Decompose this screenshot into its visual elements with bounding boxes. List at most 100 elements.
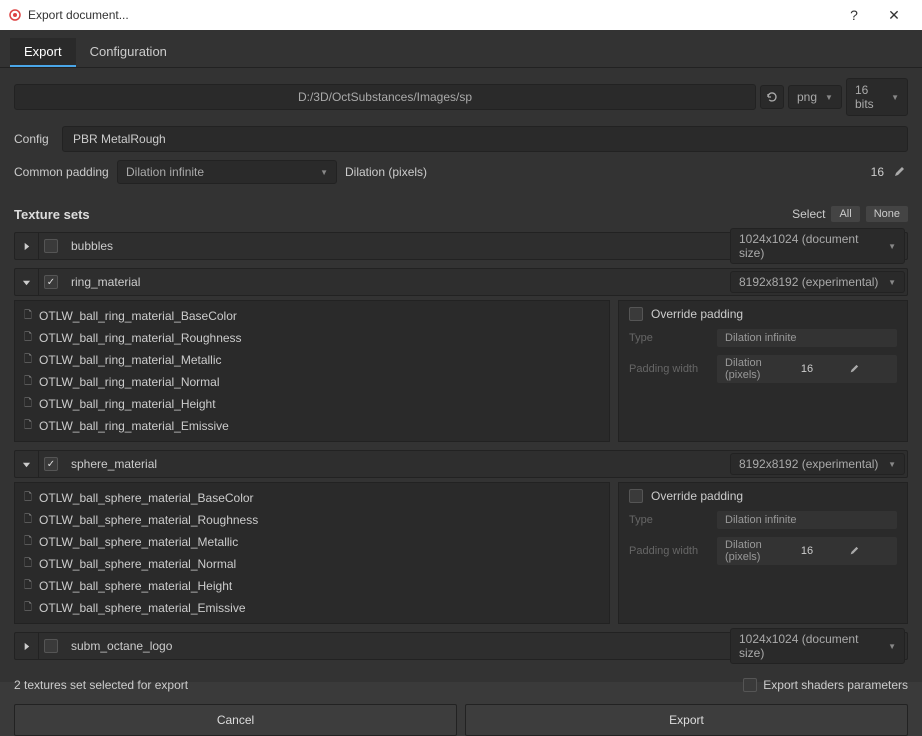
edit-icon[interactable] — [890, 163, 908, 181]
override-type-label: Type — [629, 332, 709, 344]
chevron-down-icon: ▼ — [891, 93, 899, 102]
map-item[interactable]: 🗋OTLW_ball_ring_material_Roughness — [23, 327, 601, 349]
texture-set-subm-octane-logo: subm_octane_logo 1024x1024 (document siz… — [14, 632, 908, 660]
file-icon: 🗋 — [23, 376, 33, 388]
override-dilation-slider[interactable]: Dilation (pixels) 16 — [717, 355, 897, 383]
help-button[interactable]: ? — [834, 0, 874, 30]
texture-set-ring-material: ring_material 8192x8192 (experimental) ▼ — [14, 268, 908, 296]
collapse-button[interactable] — [15, 451, 39, 477]
texture-sets-title: Texture sets — [14, 207, 90, 222]
override-checkbox[interactable] — [629, 489, 643, 503]
override-type-value[interactable]: Dilation infinite — [717, 329, 897, 347]
collapse-button[interactable] — [15, 269, 39, 295]
chevron-down-icon: ▼ — [320, 168, 328, 177]
map-item[interactable]: 🗋OTLW_ball_ring_material_Emissive — [23, 415, 601, 437]
edit-icon[interactable] — [819, 360, 889, 378]
size-dropdown[interactable]: 1024x1024 (document size) ▼ — [730, 628, 905, 664]
override-title: Override padding — [651, 307, 743, 321]
file-icon: 🗋 — [23, 492, 33, 504]
file-icon: 🗋 — [23, 558, 33, 570]
map-item[interactable]: 🗋OTLW_ball_sphere_material_Roughness — [23, 509, 601, 531]
map-item[interactable]: 🗋OTLW_ball_sphere_material_Emissive — [23, 597, 601, 619]
app-icon — [8, 8, 22, 22]
select-none-button[interactable]: None — [866, 206, 908, 222]
config-label: Config — [14, 132, 54, 146]
chevron-down-icon: ▼ — [825, 93, 833, 102]
set-name: ring_material — [63, 275, 730, 289]
chevron-down-icon: ▼ — [888, 460, 896, 469]
override-title: Override padding — [651, 489, 743, 503]
export-path-input[interactable]: D:/3D/OctSubstances/Images/sp — [14, 84, 756, 110]
padding-mode-value: Dilation infinite — [126, 165, 204, 179]
file-icon: 🗋 — [23, 398, 33, 410]
close-button[interactable]: ✕ — [874, 0, 914, 30]
map-item[interactable]: 🗋OTLW_ball_sphere_material_Metallic — [23, 531, 601, 553]
export-button[interactable]: Export — [465, 704, 908, 736]
chevron-down-icon: ▼ — [888, 642, 896, 651]
size-value: 8192x8192 (experimental) — [739, 457, 878, 471]
size-value: 1024x1024 (document size) — [739, 632, 880, 660]
size-value: 8192x8192 (experimental) — [739, 275, 878, 289]
dilation-value: 16 — [864, 165, 884, 179]
map-item[interactable]: 🗋OTLW_ball_ring_material_Normal — [23, 371, 601, 393]
reset-path-button[interactable] — [760, 85, 784, 109]
map-item[interactable]: 🗋OTLW_ball_ring_material_Metallic — [23, 349, 601, 371]
map-item[interactable]: 🗋OTLW_ball_sphere_material_Height — [23, 575, 601, 597]
map-item[interactable]: 🗋OTLW_ball_ring_material_BaseColor — [23, 305, 601, 327]
texture-set-bubbles: bubbles 1024x1024 (document size) ▼ — [14, 232, 908, 260]
override-checkbox[interactable] — [629, 307, 643, 321]
export-shaders-checkbox[interactable] — [743, 678, 757, 692]
set-checkbox[interactable] — [44, 639, 58, 653]
override-width-label: Padding width — [629, 545, 709, 557]
padding-label: Common padding — [14, 165, 109, 179]
file-icon: 🗋 — [23, 354, 33, 366]
file-icon: 🗋 — [23, 536, 33, 548]
window-title: Export document... — [28, 8, 834, 22]
map-item[interactable]: 🗋OTLW_ball_ring_material_Height — [23, 393, 601, 415]
bits-value: 16 bits — [855, 83, 883, 111]
file-icon: 🗋 — [23, 514, 33, 526]
set-name: bubbles — [63, 239, 730, 253]
override-type-label: Type — [629, 514, 709, 526]
status-text: 2 textures set selected for export — [14, 678, 188, 692]
expand-button[interactable] — [15, 633, 39, 659]
tab-configuration[interactable]: Configuration — [76, 38, 181, 67]
map-item[interactable]: 🗋OTLW_ball_sphere_material_BaseColor — [23, 487, 601, 509]
chevron-down-icon: ▼ — [888, 278, 896, 287]
format-dropdown[interactable]: png ▼ — [788, 85, 842, 109]
ring-material-expanded: 🗋OTLW_ball_ring_material_BaseColor 🗋OTLW… — [14, 300, 908, 442]
file-icon: 🗋 — [23, 310, 33, 322]
bits-dropdown[interactable]: 16 bits ▼ — [846, 78, 908, 116]
override-width-label: Padding width — [629, 363, 709, 375]
format-value: png — [797, 90, 817, 104]
tab-bar: Export Configuration — [0, 38, 922, 68]
size-value: 1024x1024 (document size) — [739, 232, 880, 260]
map-item[interactable]: 🗋OTLW_ball_sphere_material_Normal — [23, 553, 601, 575]
file-icon: 🗋 — [23, 602, 33, 614]
edit-icon[interactable] — [819, 542, 889, 560]
dilation-label: Dilation (pixels) — [345, 165, 427, 179]
cancel-button[interactable]: Cancel — [14, 704, 457, 736]
size-dropdown[interactable]: 8192x8192 (experimental) ▼ — [730, 453, 905, 475]
size-dropdown[interactable]: 1024x1024 (document size) ▼ — [730, 228, 905, 264]
chevron-down-icon: ▼ — [888, 242, 896, 251]
file-icon: 🗋 — [23, 332, 33, 344]
select-all-button[interactable]: All — [831, 206, 859, 222]
padding-mode-dropdown[interactable]: Dilation infinite ▼ — [117, 160, 337, 184]
titlebar: Export document... ? ✕ — [0, 0, 922, 30]
expand-button[interactable] — [15, 233, 39, 259]
set-checkbox[interactable] — [44, 239, 58, 253]
export-shaders-label: Export shaders parameters — [763, 678, 908, 692]
override-type-value[interactable]: Dilation infinite — [717, 511, 897, 529]
tab-export[interactable]: Export — [10, 38, 76, 67]
set-name: subm_octane_logo — [63, 639, 730, 653]
set-checkbox[interactable] — [44, 275, 58, 289]
set-name: sphere_material — [63, 457, 730, 471]
override-dilation-slider[interactable]: Dilation (pixels) 16 — [717, 537, 897, 565]
size-dropdown[interactable]: 8192x8192 (experimental) ▼ — [730, 271, 905, 293]
set-checkbox[interactable] — [44, 457, 58, 471]
texture-set-sphere-material: sphere_material 8192x8192 (experimental)… — [14, 450, 908, 478]
config-field[interactable]: PBR MetalRough — [62, 126, 908, 152]
select-label: Select — [792, 207, 825, 221]
file-icon: 🗋 — [23, 580, 33, 592]
